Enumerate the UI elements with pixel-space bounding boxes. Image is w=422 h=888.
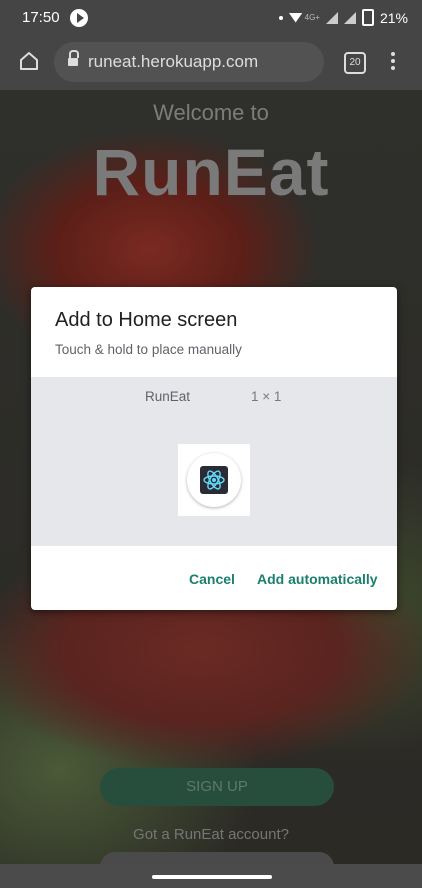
dialog-title: Add to Home screen xyxy=(55,309,238,331)
widget-preview-area: RunEat 1 × 1 xyxy=(31,377,397,546)
network-type: 4G+ xyxy=(304,13,320,22)
signup-button[interactable]: SIGN UP xyxy=(100,768,334,806)
browser-toolbar: runeat.herokuapp.com 20 xyxy=(0,36,422,90)
status-bar: 17:50 4G+ 21% xyxy=(0,0,422,36)
add-to-home-dialog: Add to Home screen Touch & hold to place… xyxy=(31,287,397,610)
login-button[interactable] xyxy=(100,852,334,864)
account-prompt: Got a RunEat account? xyxy=(133,826,289,843)
app-name: RunEat xyxy=(145,389,191,404)
address-bar[interactable]: runeat.herokuapp.com xyxy=(54,42,324,82)
add-automatically-button[interactable]: Add automatically xyxy=(257,571,378,587)
url-text: runeat.herokuapp.com xyxy=(88,52,259,71)
system-nav-bar xyxy=(0,864,422,888)
status-time: 17:50 xyxy=(22,9,60,26)
more-vert-icon[interactable] xyxy=(390,50,396,72)
home-gesture-handle[interactable] xyxy=(152,875,272,879)
dialog-actions: Cancel Add automatically xyxy=(31,571,397,595)
signal-icon-2 xyxy=(343,11,356,24)
dialog-subtitle: Touch & hold to place manually xyxy=(55,342,242,357)
play-notification-icon xyxy=(70,9,88,27)
tab-switcher-button[interactable]: 20 xyxy=(344,52,366,74)
signal-icon xyxy=(325,11,338,24)
react-atom-icon xyxy=(200,466,228,494)
wifi-icon xyxy=(288,12,303,23)
app-widget[interactable] xyxy=(178,444,250,516)
widget-size: 1 × 1 xyxy=(251,389,282,404)
brand-title: RunEat xyxy=(92,135,330,209)
status-icons: 4G+ 21% xyxy=(278,9,408,26)
battery-level: 21% xyxy=(379,9,408,26)
home-icon[interactable] xyxy=(18,50,40,72)
lock-icon xyxy=(68,50,79,67)
battery-icon xyxy=(361,9,374,26)
cancel-button[interactable]: Cancel xyxy=(189,571,235,587)
welcome-text: Welcome to xyxy=(153,100,269,125)
app-icon-badge xyxy=(187,453,241,507)
notification-dot-icon xyxy=(278,15,283,20)
